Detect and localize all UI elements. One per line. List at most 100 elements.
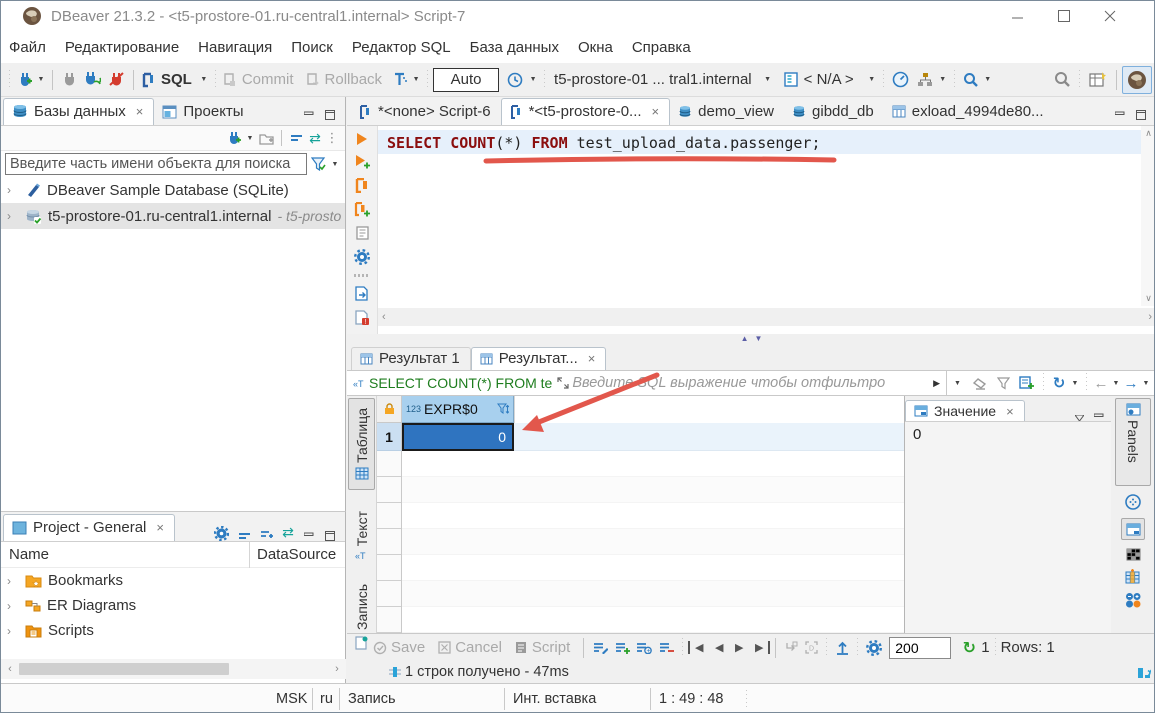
dbeaver-perspective-icon[interactable] [1122, 66, 1152, 94]
references-icon[interactable] [1125, 494, 1141, 510]
editor-tab-t5-prostore[interactable]: *<t5-prostore-0... × [501, 98, 671, 125]
custom-filter-icon[interactable] [1014, 376, 1038, 390]
nav-forward-icon[interactable]: → [1122, 375, 1140, 392]
value-view-toggle-icon[interactable] [1121, 518, 1145, 540]
window-maximize-button[interactable] [1058, 10, 1104, 22]
grid-column-header-expr0[interactable]: 123 EXPR$0 [402, 396, 514, 423]
presentation-tab-grid[interactable]: Таблица [348, 398, 375, 490]
schema-selector-dropdown[interactable]: ▼ [866, 76, 878, 83]
add-row-icon[interactable] [611, 642, 633, 654]
search-metadata-icon[interactable] [960, 72, 982, 88]
reconnect-icon[interactable] [80, 71, 104, 88]
prev-row-icon[interactable]: ◀ [710, 641, 728, 654]
schema-selector[interactable]: < N/A > [804, 71, 854, 88]
menu-file[interactable]: Файл [9, 39, 46, 56]
results-tab-close[interactable]: × [588, 351, 596, 366]
aggregate-panel-icon[interactable] [1125, 592, 1141, 608]
sql-code-line[interactable]: SELECT COUNT (*) FROM test_upload_data.p… [387, 133, 821, 153]
project-maximize-icon[interactable] [319, 531, 341, 541]
sql-editor-icon[interactable] [139, 72, 159, 88]
dashboard-icon[interactable] [889, 71, 913, 88]
grid-row-header-1[interactable]: 1 [377, 423, 402, 451]
editor-minimize-icon[interactable] [1110, 105, 1130, 125]
grid-empty-area[interactable] [402, 451, 904, 633]
value-panel-minimize-icon[interactable] [1089, 413, 1109, 421]
editor-tab-gibdd-db[interactable]: gibdd_db [784, 99, 884, 125]
next-row-icon[interactable]: ▶ [730, 641, 748, 654]
explain-plan-icon[interactable] [355, 226, 370, 240]
editor-tab-exload[interactable]: exload_4994de80... [884, 99, 1054, 125]
tree-item-bookmarks[interactable]: › Bookmarks [1, 568, 345, 593]
scrollbar-thumb[interactable] [19, 663, 229, 675]
duplicate-row-icon[interactable]: + [633, 642, 655, 654]
project-settings-icon[interactable] [209, 526, 233, 541]
grid-settings-icon[interactable] [863, 640, 885, 656]
nav-back-dropdown[interactable]: ▼ [1110, 380, 1122, 387]
editor-tab-close[interactable]: × [652, 104, 660, 119]
execute-script-new-icon[interactable] [354, 202, 370, 217]
tab-projects[interactable]: Проекты [154, 99, 253, 125]
new-connection-icon[interactable] [15, 71, 35, 88]
panels-tab[interactable]: Panels [1115, 398, 1151, 486]
object-search-input[interactable] [5, 153, 307, 175]
statusbar-insert-mode[interactable]: Инт. вставка [513, 691, 596, 707]
new-connection-dropdown[interactable]: ▼ [35, 76, 47, 83]
project-expand-icon[interactable] [255, 529, 277, 541]
menu-edit[interactable]: Редактирование [65, 39, 179, 56]
menu-database[interactable]: База данных [470, 39, 559, 56]
editor-settings-icon[interactable] [354, 249, 370, 265]
switch-presentation-icon[interactable] [1130, 665, 1155, 680]
connection-selector[interactable]: t5-prostore-01 ... tral1.internal [554, 71, 752, 88]
project-hscrollbar[interactable]: ‹ › [1, 659, 346, 679]
project-link-icon[interactable]: ⇄ [277, 524, 299, 541]
sql-editor-button[interactable]: SQL [161, 71, 192, 88]
results-tab-2[interactable]: Результат... × [471, 347, 607, 370]
editor-tab-script6[interactable]: *<none> Script-6 [351, 99, 501, 125]
transaction-mode-icon[interactable] [390, 72, 410, 87]
navigator-maximize-icon[interactable] [319, 105, 341, 125]
connect-icon[interactable] [58, 72, 80, 87]
refresh-results-icon[interactable]: ↻ [1049, 374, 1069, 392]
window-close-button[interactable] [1104, 10, 1150, 22]
expand-filter-icon[interactable] [554, 377, 572, 389]
disconnect-icon[interactable] [104, 71, 128, 88]
value-panel-content[interactable]: 0 [905, 422, 1111, 447]
link-editor-icon[interactable]: ⇄ [305, 130, 325, 147]
presentation-tab-text[interactable]: Текст «T [348, 500, 375, 572]
execute-statement-icon[interactable] [355, 132, 369, 146]
navigator-connection-dropdown[interactable]: ▼ [244, 135, 256, 142]
transaction-dropdown[interactable]: ▼ [410, 76, 422, 83]
grid-corner-cell[interactable] [377, 396, 402, 423]
column-header-datasource[interactable]: DataSource [250, 546, 345, 563]
metadata-panel-icon[interactable] [1126, 548, 1141, 561]
transaction-log-icon[interactable] [503, 72, 527, 88]
menu-search[interactable]: Поиск [291, 39, 333, 56]
tree-item-scripts[interactable]: › Scripts [1, 618, 345, 643]
sash-down-icon[interactable]: ▼ [755, 335, 763, 343]
value-panel-close[interactable]: × [1006, 404, 1014, 419]
export-data-icon[interactable] [832, 641, 852, 655]
network-dropdown[interactable]: ▼ [937, 76, 949, 83]
editor-results-sash[interactable]: ▲ ▼ [347, 334, 1155, 344]
project-minimize-icon[interactable] [299, 532, 319, 541]
editor-maximize-icon[interactable] [1130, 105, 1152, 125]
menu-help[interactable]: Справка [632, 39, 691, 56]
sql-editor-dropdown[interactable]: ▼ [198, 76, 210, 83]
filter-history-dropdown[interactable]: ▼ [946, 371, 968, 395]
edit-cell-icon[interactable] [589, 642, 611, 654]
connection-selector-dropdown[interactable]: ▼ [762, 76, 774, 83]
tab-project-general[interactable]: Project - General × [3, 514, 175, 541]
statusbar-language[interactable]: ru [320, 691, 333, 707]
open-file-icon[interactable] [355, 286, 369, 301]
value-panel-menu-icon[interactable] [1069, 415, 1089, 421]
grid-cell-selected[interactable]: 0 [402, 423, 514, 451]
last-row-icon[interactable]: ▶ [750, 641, 770, 654]
delete-row-icon[interactable] [655, 642, 677, 654]
menu-sql-editor[interactable]: Редактор SQL [352, 39, 451, 56]
tab-databases[interactable]: Базы данных × [3, 98, 154, 125]
execute-script-icon[interactable] [355, 178, 370, 193]
pin-result-icon[interactable] [351, 636, 371, 650]
search-dropdown[interactable]: ▼ [982, 76, 994, 83]
column-header-name[interactable]: Name [1, 546, 249, 563]
commit-mode-combo[interactable]: Auto [433, 68, 499, 92]
